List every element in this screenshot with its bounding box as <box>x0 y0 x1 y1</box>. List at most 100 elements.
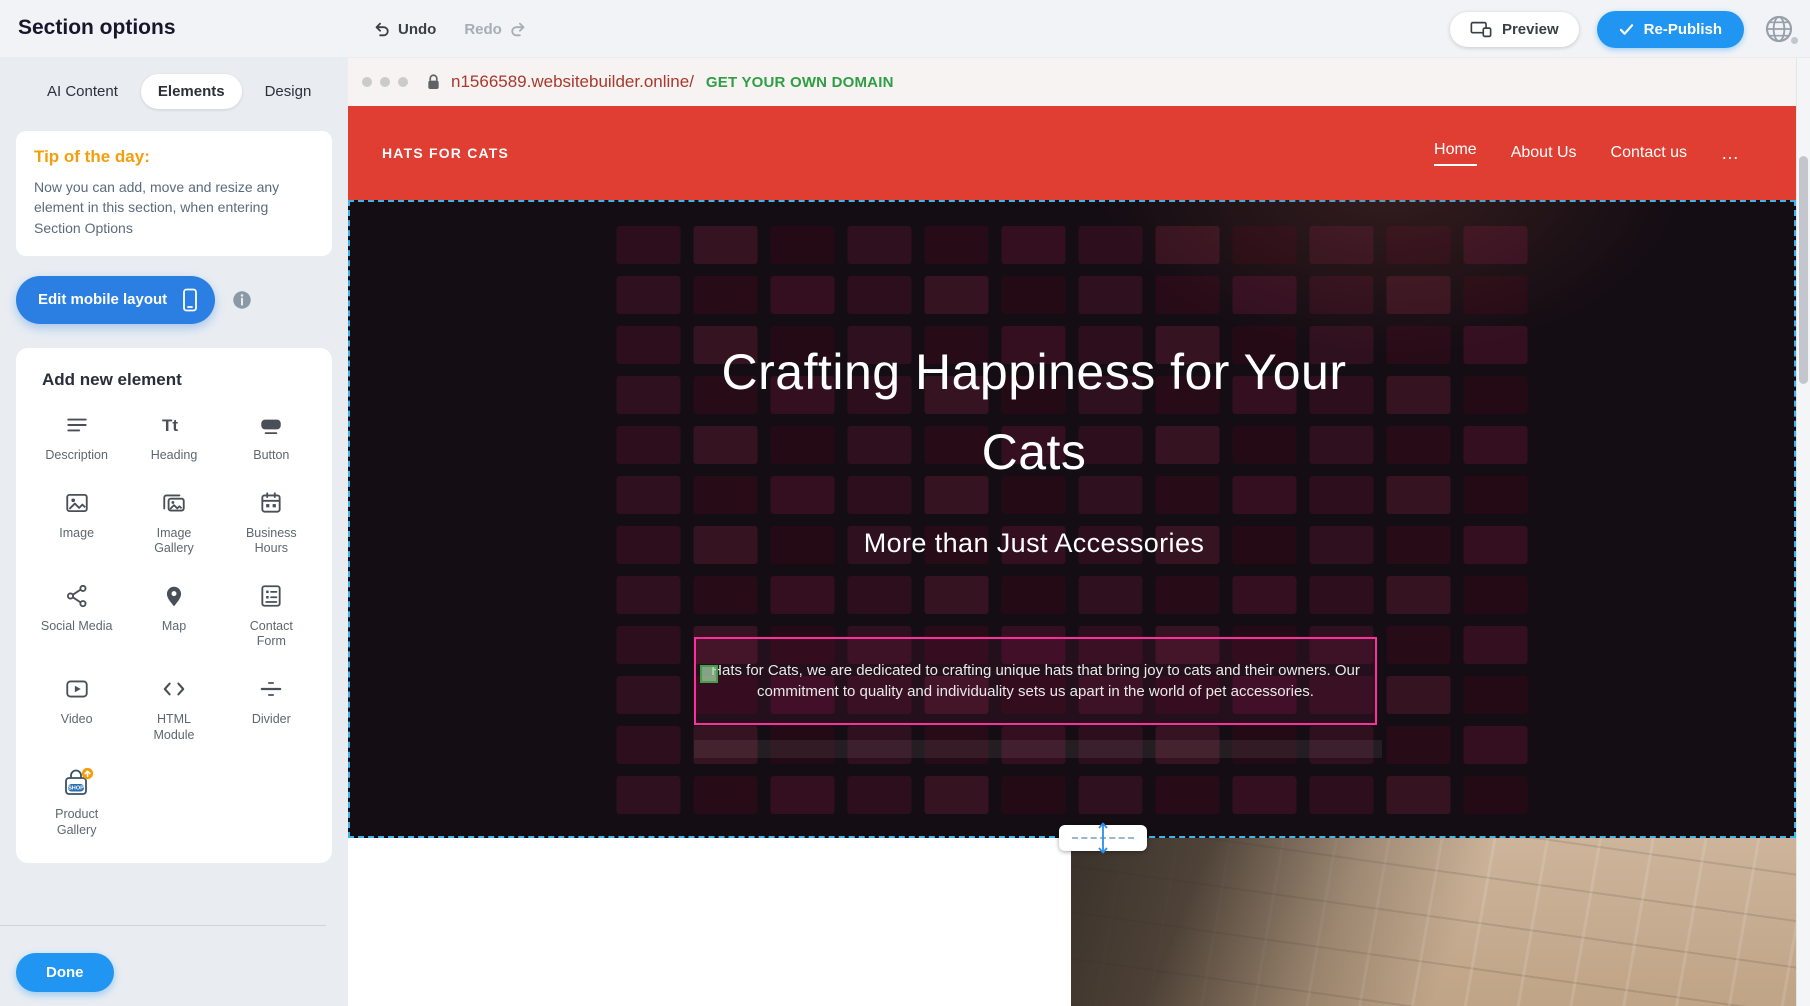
undo-button[interactable]: Undo <box>372 20 436 38</box>
hero-tile <box>617 376 681 414</box>
hero-tile <box>925 226 989 264</box>
site-nav: Home About Us Contact us … <box>1434 141 1796 166</box>
nav-more-button[interactable]: … <box>1721 143 1740 164</box>
hero-section-selected[interactable]: Crafting Happiness for Your Cats More th… <box>348 200 1796 838</box>
image-gallery-icon <box>159 488 189 518</box>
sidebar-tabs: AI Content Elements Design <box>0 58 348 121</box>
hero-tile <box>694 576 758 614</box>
divider-icon <box>256 674 286 704</box>
hero-tile <box>617 726 681 764</box>
contact-form-icon <box>256 581 286 611</box>
element-social-media[interactable]: Social Media <box>28 581 125 650</box>
element-description[interactable]: Description <box>28 410 125 464</box>
republish-button[interactable]: Re-Publish <box>1597 11 1744 48</box>
element-heading[interactable]: Tt Heading <box>125 410 222 464</box>
site-url: n1566589.websitebuilder.online/ <box>451 72 694 92</box>
product-gallery-icon: SHOP <box>59 767 95 799</box>
social-media-icon <box>62 581 92 611</box>
hero-subheading[interactable]: More than Just Accessories <box>704 528 1364 559</box>
undo-label: Undo <box>398 21 436 38</box>
undo-icon <box>372 20 390 38</box>
window-dot <box>362 77 372 87</box>
element-business-hours[interactable]: Business Hours <box>223 488 320 557</box>
done-button[interactable]: Done <box>16 953 114 992</box>
tip-card: Tip of the day: Now you can add, move an… <box>16 131 332 256</box>
scrollbar-thumb[interactable] <box>1799 156 1808 384</box>
hero-tile <box>1387 526 1451 564</box>
nav-contact-us[interactable]: Contact us <box>1611 144 1687 162</box>
hero-tile <box>694 226 758 264</box>
hero-tile <box>1387 426 1451 464</box>
hero-tile <box>1156 226 1220 264</box>
app-window: Section options Undo Redo Preview <box>0 0 1810 1006</box>
hero-tile <box>1156 776 1220 814</box>
element-contact-form[interactable]: Contact Form <box>223 581 320 650</box>
element-html-module[interactable]: HTML Module <box>125 674 222 743</box>
edit-mobile-layout-button[interactable]: Edit mobile layout <box>16 276 215 324</box>
hero-tile <box>1464 276 1528 314</box>
hero-tile <box>1387 276 1451 314</box>
hero-tile <box>771 226 835 264</box>
sidebar-divider <box>0 925 326 926</box>
section-resize-handle[interactable] <box>1059 825 1147 851</box>
element-divider[interactable]: Divider <box>223 674 320 743</box>
hero-tile <box>1233 276 1297 314</box>
element-map[interactable]: Map <box>125 581 222 650</box>
html-module-icon <box>159 674 189 704</box>
info-button[interactable] <box>231 289 253 311</box>
hero-tile <box>1156 576 1220 614</box>
paragraph-element-selected[interactable]: Hats for Cats, we are dedicated to craft… <box>694 637 1377 725</box>
hero-tile <box>1002 276 1066 314</box>
hero-tile <box>1233 576 1297 614</box>
description-icon <box>62 410 92 440</box>
get-own-domain-link[interactable]: GET YOUR OWN DOMAIN <box>706 74 894 91</box>
nav-home[interactable]: Home <box>1434 141 1477 166</box>
hero-tile <box>1002 776 1066 814</box>
redo-button[interactable]: Redo <box>464 20 528 38</box>
hero-tile <box>1233 776 1297 814</box>
hero-tile <box>848 776 912 814</box>
svg-text:Tt: Tt <box>162 416 178 435</box>
vertical-scrollbar[interactable] <box>1796 58 1810 1006</box>
preview-button[interactable]: Preview <box>1450 12 1579 47</box>
topbar: Section options Undo Redo Preview <box>0 0 1810 58</box>
hero-tile <box>1464 226 1528 264</box>
hero-tile <box>848 226 912 264</box>
element-product-gallery[interactable]: SHOP Product Gallery <box>28 767 125 838</box>
hero-heading[interactable]: Crafting Happiness for Your Cats <box>704 332 1364 492</box>
hero-tile <box>848 576 912 614</box>
hero-tile <box>925 776 989 814</box>
hero-tile <box>1079 276 1143 314</box>
hero-tile <box>617 776 681 814</box>
hero-tile <box>1387 476 1451 514</box>
tab-elements[interactable]: Elements <box>141 74 242 109</box>
hero-tile <box>1310 226 1374 264</box>
hero-tile <box>617 326 681 364</box>
hero-tile <box>617 276 681 314</box>
next-section-area <box>348 838 1796 1006</box>
element-drag-handle[interactable] <box>700 665 718 683</box>
hero-tile <box>1464 376 1528 414</box>
lock-icon <box>426 73 441 91</box>
hero-tile <box>1464 576 1528 614</box>
hero-tile <box>1464 626 1528 664</box>
hero-tile <box>1156 276 1220 314</box>
element-image[interactable]: Image <box>28 488 125 557</box>
hero-tile <box>617 626 681 664</box>
hero-ghost-bar <box>694 740 1382 758</box>
language-button[interactable] <box>1762 12 1796 46</box>
element-button[interactable]: Button <box>223 410 320 464</box>
preview-label: Preview <box>1502 21 1559 38</box>
map-icon <box>159 581 189 611</box>
element-video[interactable]: Video <box>28 674 125 743</box>
hero-tile <box>617 426 681 464</box>
hero-tile <box>771 776 835 814</box>
tab-ai-content[interactable]: AI Content <box>30 74 135 109</box>
nav-about-us[interactable]: About Us <box>1511 144 1577 162</box>
hero-tile <box>1002 576 1066 614</box>
element-image-gallery[interactable]: Image Gallery <box>125 488 222 557</box>
hero-tile <box>1464 326 1528 364</box>
heading-icon: Tt <box>159 410 189 440</box>
tab-design[interactable]: Design <box>248 74 329 109</box>
window-dots <box>362 77 408 87</box>
